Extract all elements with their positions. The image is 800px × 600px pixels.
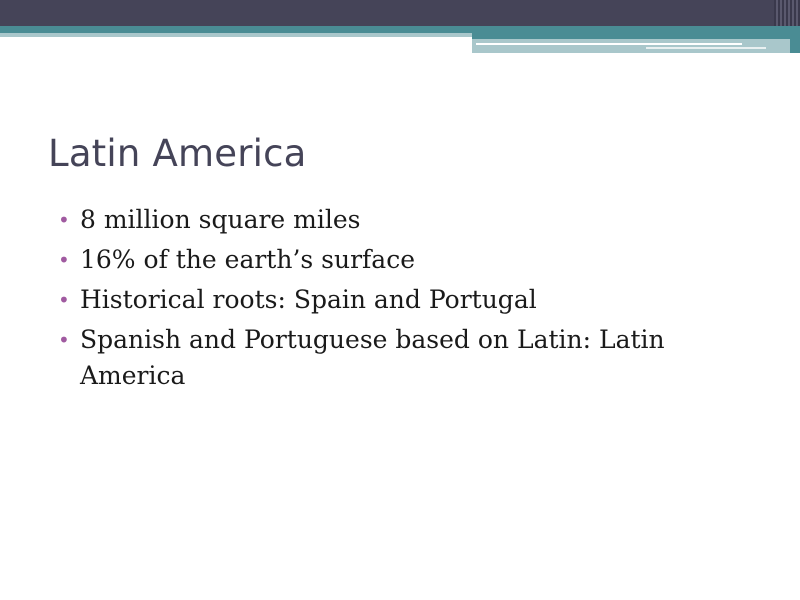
bullet-text: Historical roots: Spain and Portugal (80, 285, 537, 314)
bullet-item: • 16% of the earth’s surface (56, 242, 756, 278)
bullet-icon: • (58, 328, 70, 352)
bullet-icon: • (58, 248, 70, 272)
header-dark-band (0, 0, 800, 26)
bullet-text: 16% of the earth’s surface (80, 245, 416, 274)
header-highlight-line-2 (646, 47, 766, 49)
header-stripe-accent (774, 0, 800, 26)
header-right-cap (790, 39, 800, 53)
bullet-icon: • (58, 208, 70, 232)
slide: Latin America • 8 million square miles •… (0, 0, 800, 600)
bullet-text: Spanish and Portuguese based on Latin: L… (80, 325, 665, 390)
header-teal-band (0, 26, 800, 33)
header-light-band-right (472, 39, 800, 53)
bullet-icon: • (58, 288, 70, 312)
header-light-band-left (0, 33, 472, 37)
bullet-text: 8 million square miles (80, 205, 361, 234)
bullet-item: • Spanish and Portuguese based on Latin:… (56, 322, 756, 394)
bullet-list: • 8 million square miles • 16% of the ea… (56, 202, 756, 398)
header-highlight-line (476, 43, 742, 45)
bullet-item: • 8 million square miles (56, 202, 756, 238)
slide-title: Latin America (48, 132, 307, 175)
bullet-item: • Historical roots: Spain and Portugal (56, 282, 756, 318)
